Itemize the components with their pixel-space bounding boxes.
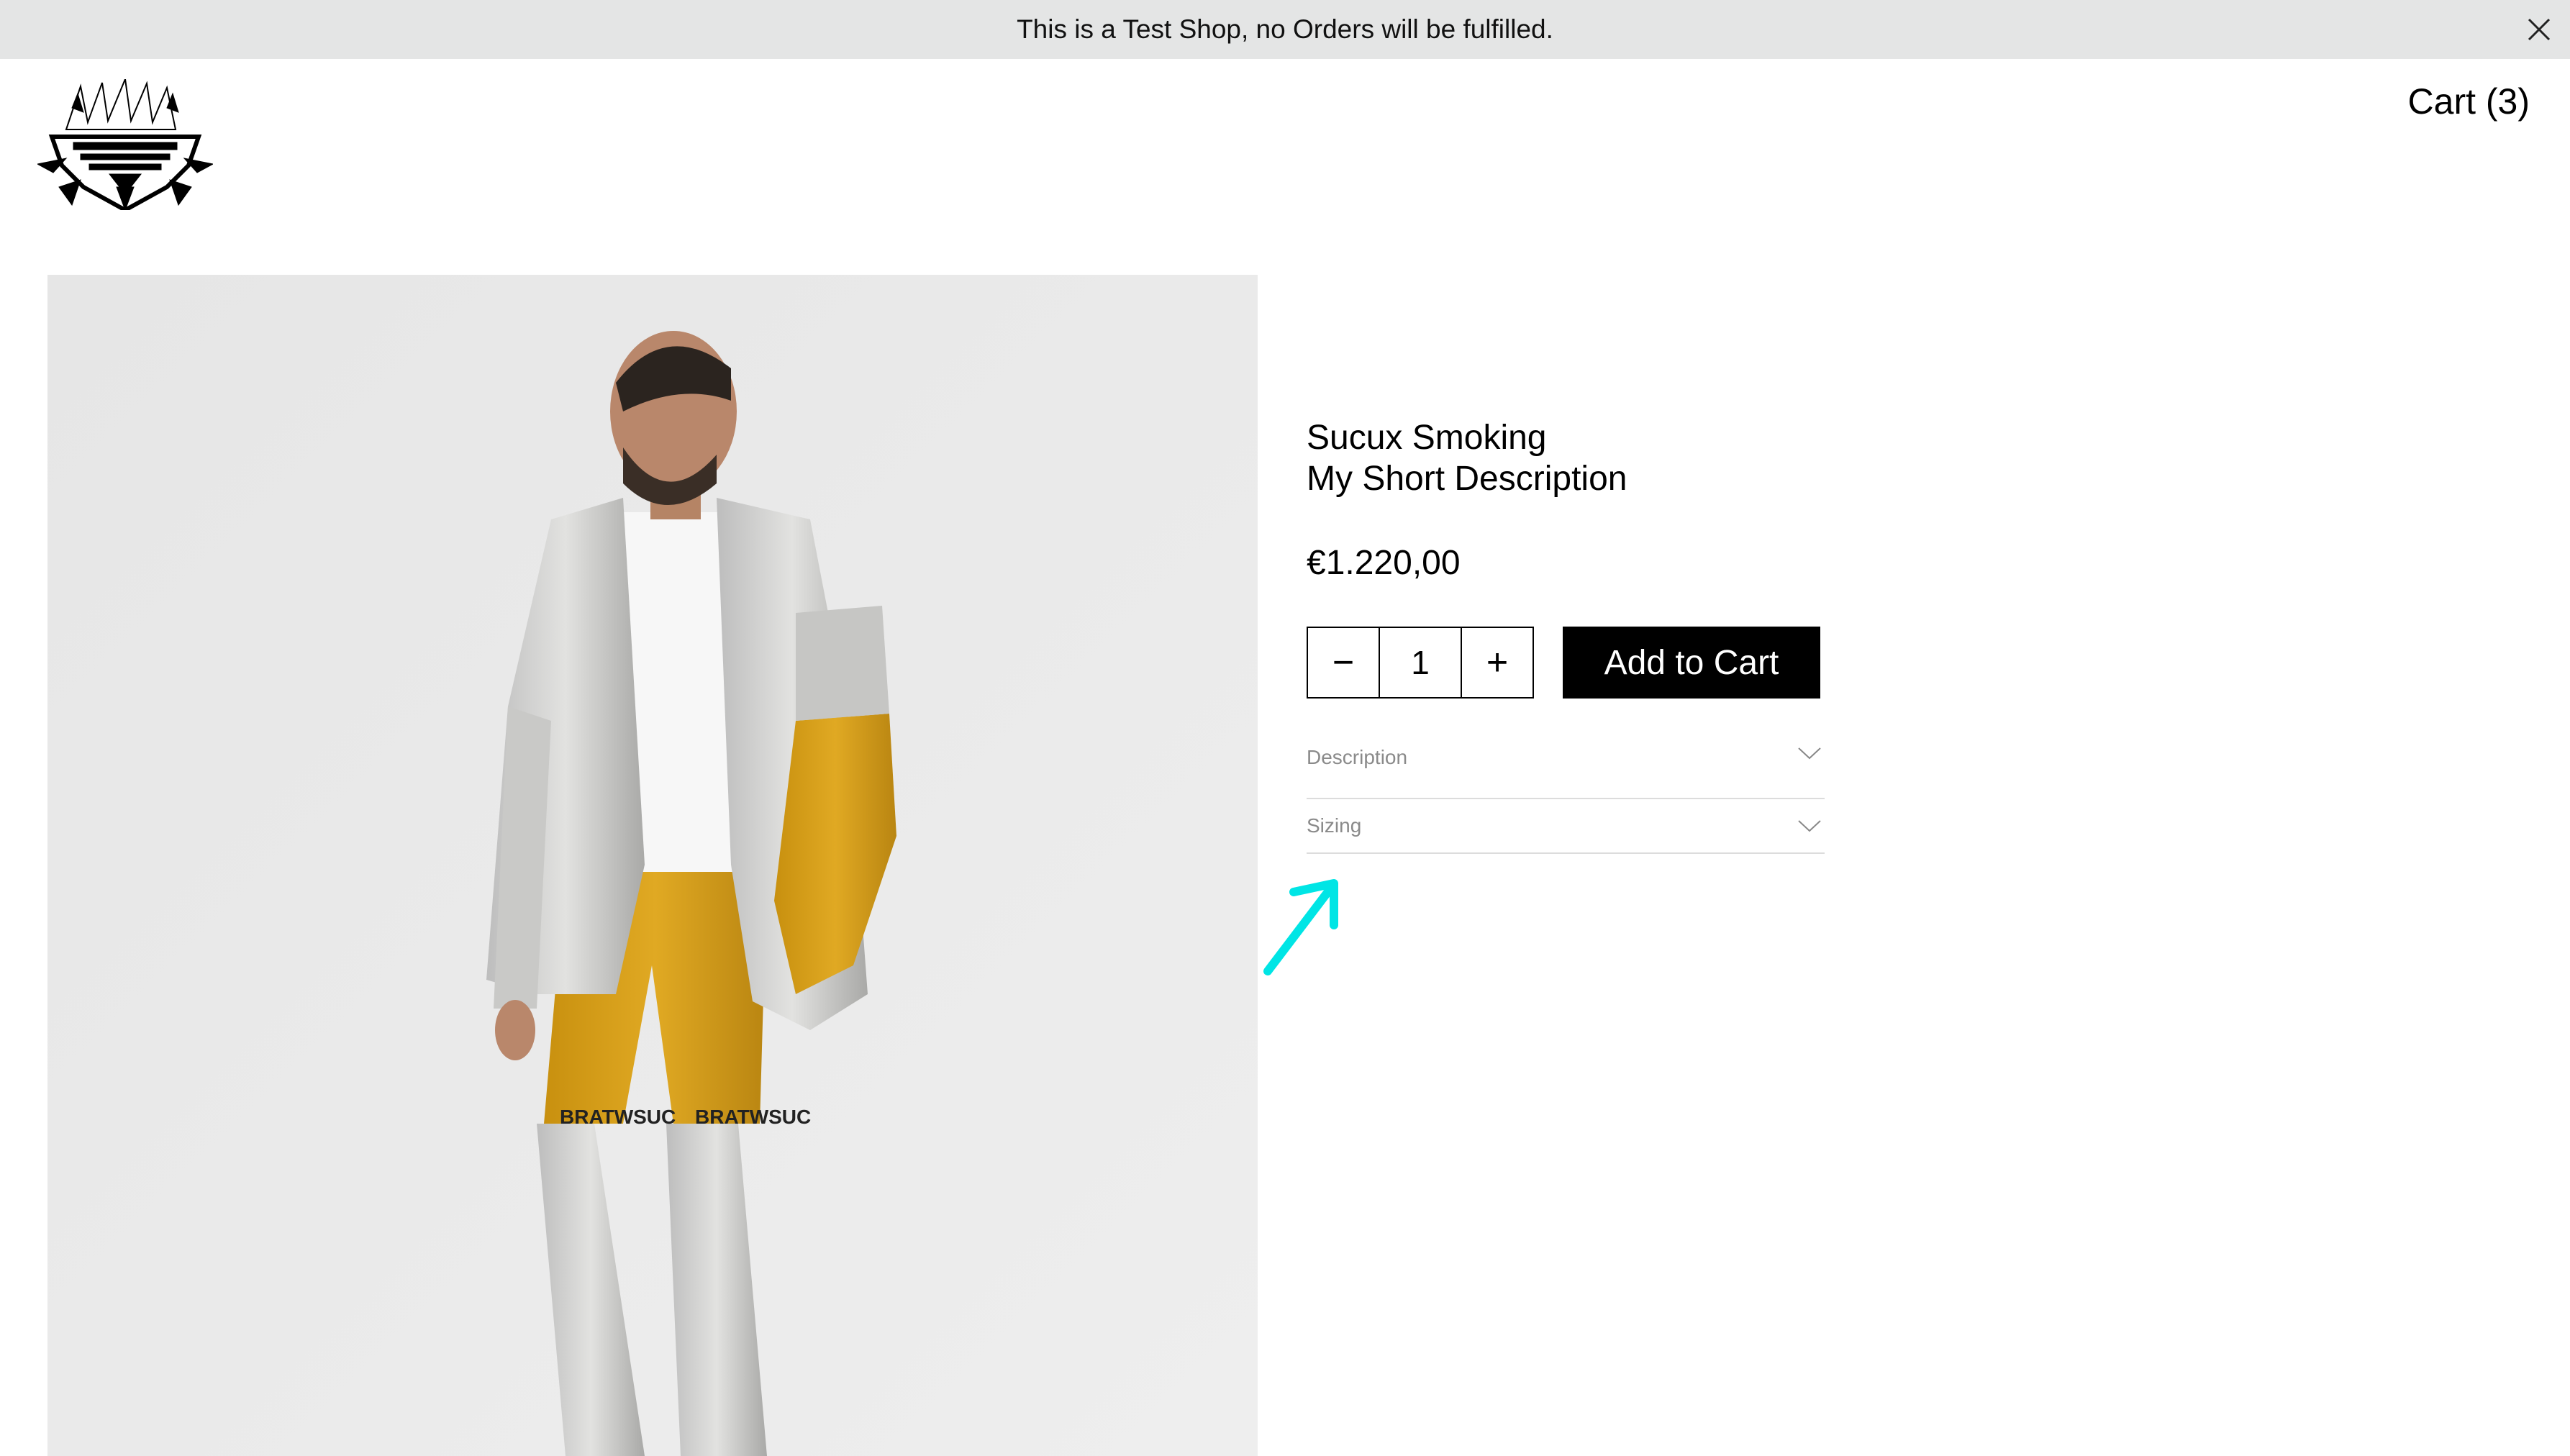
close-icon[interactable] [2523, 13, 2556, 46]
product-short-description: My Short Description [1307, 460, 1627, 498]
cart-link[interactable]: Cart (3) [2408, 81, 2530, 122]
add-to-cart-button[interactable]: Add to Cart [1563, 627, 1820, 699]
product-accordion: Description Sizing [1307, 743, 1825, 854]
accordion-description[interactable]: Description [1307, 743, 1825, 799]
accordion-sizing-label: Sizing [1307, 814, 1362, 837]
pants-print-right: BRATWSUC [695, 1106, 811, 1128]
product-details: Sucux Smoking My Short Description €1.22… [1307, 417, 1825, 854]
brand-logo[interactable] [37, 79, 213, 210]
quantity-stepper: − 1 + [1307, 627, 1534, 699]
product-title: Sucux Smoking [1307, 419, 1547, 457]
test-shop-banner: This is a Test Shop, no Orders will be f… [0, 0, 2570, 59]
banner-message: This is a Test Shop, no Orders will be f… [1017, 14, 1553, 44]
quantity-increase-button[interactable]: + [1462, 628, 1533, 697]
purchase-controls: − 1 + Add to Cart [1307, 627, 1825, 699]
pants-print-left: BRATWSUC [560, 1106, 676, 1128]
chevron-down-icon [1798, 747, 1821, 760]
accordion-description-label: Description [1307, 746, 1408, 768]
annotation-arrow-icon [1263, 879, 1338, 975]
chevron-down-icon [1798, 820, 1821, 832]
product-photo: BRATWSUC BRATWSUC [47, 275, 1258, 1456]
product-price: €1.220,00 [1307, 544, 1461, 582]
quantity-decrease-button[interactable]: − [1308, 628, 1379, 697]
accordion-sizing[interactable]: Sizing [1307, 799, 1825, 854]
quantity-value[interactable]: 1 [1379, 628, 1462, 697]
